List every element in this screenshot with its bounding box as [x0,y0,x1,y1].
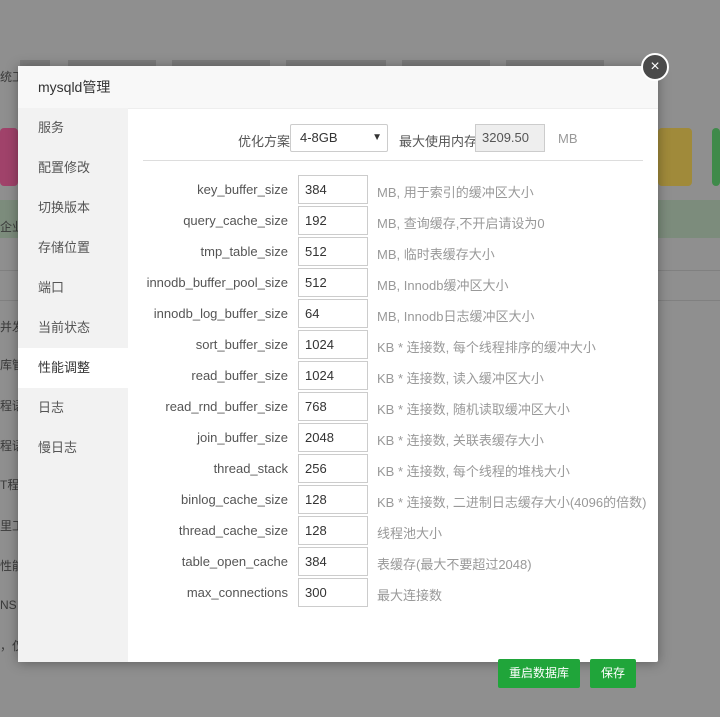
optimize-label: 优化方案 [238,134,291,149]
bg-text: ，仅 [0,639,20,653]
param-name: sort_buffer_size [195,337,288,352]
param-input[interactable]: 1024 [298,330,368,359]
max-mem-label: 最大使用内存 [399,134,478,149]
param-row: table_open_cache 384 表缓存(最大不要超过2048) [128,547,658,576]
bg-card [712,128,720,186]
param-row: sort_buffer_size 1024 KB * 连接数, 每个线程排序的缓冲大… [128,330,658,359]
param-name: thread_cache_size [178,523,288,538]
divider [143,160,643,161]
bg-text: 性能 [0,559,20,573]
param-input[interactable]: 384 [298,175,368,204]
param-description: KB * 连接数, 读入缓冲区大小 [377,371,544,386]
bg-text: T程序 [0,478,20,492]
param-description: MB, 临时表缓存大小 [377,247,495,262]
param-row: query_cache_size 192 MB, 查询缓存,不开启请设为0 [128,206,658,235]
sidebar: 服务 配置修改 切换版本 存储位置 端口 当前状态 性能调整 日志 慢日志 [18,108,128,662]
param-name: thread_stack [213,461,288,476]
param-input[interactable]: 256 [298,454,368,483]
param-row: innodb_log_buffer_size 64 MB, Innodb日志缓冲区大… [128,299,658,328]
param-name: join_buffer_size [197,430,288,445]
max-mem-unit: MB [558,131,578,146]
bg-card [0,128,18,186]
sidebar-item-performance[interactable]: 性能调整 [18,348,128,388]
param-input[interactable]: 384 [298,547,368,576]
param-description: 表缓存(最大不要超过2048) [377,557,532,572]
bg-card [658,128,692,186]
optimize-select[interactable]: 4-8GB ▼ [290,124,388,152]
sidebar-item-port[interactable]: 端口 [18,268,128,308]
sidebar-item-log[interactable]: 日志 [18,388,128,428]
param-row: thread_stack 256 KB * 连接数, 每个线程的堆栈大小 [128,454,658,483]
param-description: KB * 连接数, 每个线程的堆栈大小 [377,464,570,479]
param-row: key_buffer_size 384 MB, 用于索引的缓冲区大小 [128,175,658,204]
param-name: read_rnd_buffer_size [165,399,288,414]
param-input[interactable]: 300 [298,578,368,607]
param-input[interactable]: 64 [298,299,368,328]
sidebar-item-storage[interactable]: 存储位置 [18,228,128,268]
param-description: MB, 查询缓存,不开启请设为0 [377,216,545,231]
chevron-down-icon: ▼ [372,132,382,143]
param-input[interactable]: 128 [298,516,368,545]
mysqld-modal: mysqld管理 服务 配置修改 切换版本 存储位置 端口 当前状态 性能调整 … [18,66,658,688]
param-description: KB * 连接数, 每个线程排序的缓冲大小 [377,340,596,355]
param-name: table_open_cache [181,554,288,569]
sidebar-item-status[interactable]: 当前状态 [18,308,128,348]
max-mem-value: 3209.50 [475,124,545,152]
param-description: 线程池大小 [377,526,443,541]
param-description: MB, Innodb缓冲区大小 [377,278,509,293]
bg-text: 程语 [0,439,20,453]
optimize-select-value: 4-8GB [300,130,338,145]
bg-text: 库管 [0,358,20,372]
param-name: innodb_buffer_pool_size [146,275,288,290]
close-icon[interactable]: × [641,53,669,81]
param-row: thread_cache_size 128 线程池大小 [128,516,658,545]
param-input[interactable]: 1024 [298,361,368,390]
param-name: tmp_table_size [200,244,288,259]
performance-panel: 优化方案 4-8GB ▼ 最大使用内存 3209.50 MB key_buffe… [128,108,658,688]
param-description: 最大连接数 [377,588,443,603]
restart-db-button[interactable]: 重启数据库 [498,659,580,688]
param-row: innodb_buffer_pool_size 512 MB, Innodb缓冲区大… [128,268,658,297]
bg-text: 程语 [0,399,20,413]
param-input[interactable]: 512 [298,268,368,297]
sidebar-item-config[interactable]: 配置修改 [18,148,128,188]
bg-text: 统工 [0,70,20,84]
param-description: KB * 连接数, 关联表缓存大小 [377,433,544,448]
bg-text: NS [0,598,17,612]
param-description: KB * 连接数, 随机读取缓冲区大小 [377,402,570,417]
param-row: join_buffer_size 2048 KB * 连接数, 关联表缓存大小 [128,423,658,452]
bg-text: 里工 [0,519,20,533]
modal-title: mysqld管理 [18,66,658,109]
optimize-row: 优化方案 4-8GB ▼ 最大使用内存 3209.50 MB [128,123,658,153]
sidebar-item-version[interactable]: 切换版本 [18,188,128,228]
param-input[interactable]: 768 [298,392,368,421]
save-button[interactable]: 保存 [590,659,636,688]
param-name: query_cache_size [183,213,288,228]
param-input[interactable]: 512 [298,237,368,266]
param-input[interactable]: 128 [298,485,368,514]
param-row: tmp_table_size 512 MB, 临时表缓存大小 [128,237,658,266]
param-row: binlog_cache_size 128 KB * 连接数, 二进制日志缓存大小(… [128,485,658,514]
param-row: read_rnd_buffer_size 768 KB * 连接数, 随机读取缓冲区… [128,392,658,421]
param-name: max_connections [186,585,288,600]
param-name: binlog_cache_size [181,492,288,507]
param-row: max_connections 300 最大连接数 [128,578,658,607]
sidebar-item-slow-log[interactable]: 慢日志 [18,428,128,468]
param-row: read_buffer_size 1024 KB * 连接数, 读入缓冲区大小 [128,361,658,390]
sidebar-item-service[interactable]: 服务 [18,108,128,148]
param-input[interactable]: 192 [298,206,368,235]
param-description: KB * 连接数, 二进制日志缓存大小(4096的倍数) [377,495,647,510]
param-name: innodb_log_buffer_size [153,306,288,321]
param-name: read_buffer_size [191,368,288,383]
bg-text: 企业 [0,220,20,234]
param-description: MB, 用于索引的缓冲区大小 [377,185,534,200]
param-description: MB, Innodb日志缓冲区大小 [377,309,535,324]
param-name: key_buffer_size [197,182,288,197]
bg-text: 并发 [0,320,20,334]
param-input[interactable]: 2048 [298,423,368,452]
